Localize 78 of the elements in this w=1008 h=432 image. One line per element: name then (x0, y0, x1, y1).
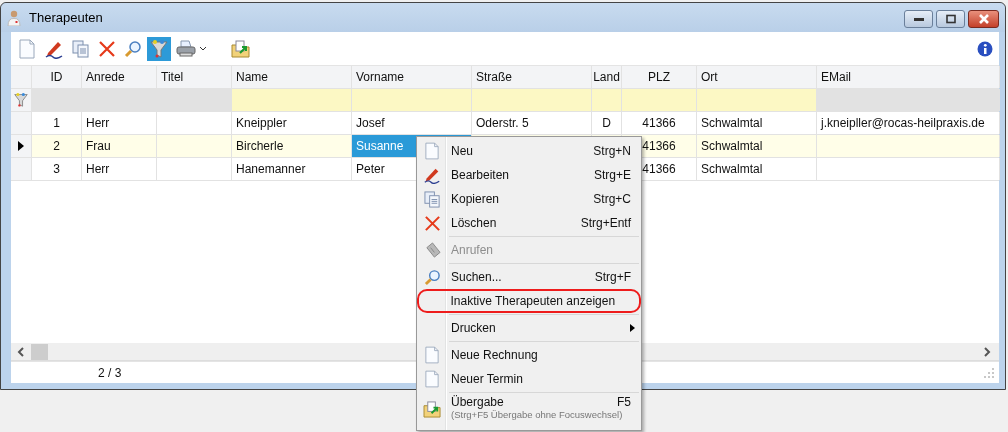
toolbar-button[interactable] (147, 36, 171, 61)
table-cell: j.kneipller@rocas-heilpraxis.de (817, 112, 1000, 134)
table-cell: Schwalmtal (697, 158, 817, 180)
table-cell: Schwalmtal (697, 112, 817, 134)
resize-grip-icon[interactable] (984, 367, 994, 378)
filter-field[interactable] (592, 89, 622, 111)
current-row-icon (18, 141, 24, 151)
filter-field[interactable] (157, 89, 232, 111)
pencil-icon (423, 166, 441, 184)
document-icon (425, 370, 439, 388)
table-cell: Herr (82, 158, 157, 180)
scrollbar-thumb[interactable] (31, 343, 48, 360)
submenu-arrow-icon (630, 324, 635, 332)
column-header[interactable]: ID (32, 66, 82, 88)
menu-item[interactable]: Drucken (417, 316, 641, 340)
column-header[interactable]: Vorname (352, 66, 472, 88)
table-cell: 3 (32, 158, 82, 180)
menu-item[interactable]: Neuer Termin (417, 367, 641, 391)
column-header[interactable]: Anrede (82, 66, 157, 88)
table-cell: Hanemanner (232, 158, 352, 180)
column-header[interactable]: Titel (157, 66, 232, 88)
menu-item[interactable]: Löschen Strg+Entf (417, 211, 641, 235)
person-icon (7, 9, 21, 26)
document-icon (425, 346, 439, 364)
column-header[interactable]: Straße (472, 66, 592, 88)
scroll-right-icon[interactable] (983, 346, 991, 357)
table-cell: Schwalmtal (697, 135, 817, 157)
search-icon (423, 268, 441, 286)
menu-item[interactable]: Neue Rechnung (417, 343, 641, 367)
column-header[interactable]: Name (232, 66, 352, 88)
filter-field[interactable] (697, 89, 817, 111)
scroll-left-icon[interactable] (17, 346, 25, 357)
copy-icon (423, 190, 441, 208)
folder-arrow-icon (422, 401, 442, 418)
menu-item[interactable]: Übergabe F5 (Strg+F5 Übergabe ohne Focuswechsel) (417, 394, 641, 428)
menu-item[interactable]: Kopieren Strg+C (417, 187, 641, 211)
search-icon (124, 39, 142, 58)
filter-icon (150, 38, 168, 59)
table-cell: Kneippler (232, 112, 352, 134)
document-icon (425, 142, 439, 160)
filter-field[interactable] (352, 89, 472, 111)
caret-icon (199, 46, 207, 51)
table-cell: Frau (82, 135, 157, 157)
column-header[interactable]: EMail (817, 66, 1000, 88)
window-title: Therapeuten (29, 10, 103, 25)
close-button[interactable] (968, 10, 999, 28)
copy-icon (72, 39, 90, 58)
folder-arrow-icon (231, 39, 251, 58)
column-header[interactable]: Land (592, 66, 622, 88)
table-cell: Josef (352, 112, 472, 134)
filter-field[interactable] (817, 89, 1000, 111)
table-cell: Bircherle (232, 135, 352, 157)
phone-icon (423, 241, 441, 259)
menu-item[interactable]: Suchen... Strg+F (417, 265, 641, 289)
close-icon (976, 14, 991, 24)
filter-field[interactable] (472, 89, 592, 111)
table-cell: 41366 (622, 112, 697, 134)
record-counter: 2 / 3 (98, 365, 122, 380)
printer-icon (176, 39, 196, 58)
filter-field[interactable] (32, 89, 82, 111)
info-icon[interactable] (977, 40, 993, 57)
maximize-button[interactable] (936, 10, 965, 28)
table-cell: D (592, 112, 622, 134)
filter-field[interactable] (622, 89, 697, 111)
table-cell: 2 (32, 135, 82, 157)
minimize-button[interactable] (904, 10, 933, 28)
table-cell: Herr (82, 112, 157, 134)
column-header[interactable]: Ort (697, 66, 817, 88)
table-cell: 1 (32, 112, 82, 134)
document-icon (19, 38, 35, 59)
maximize-icon (944, 14, 957, 24)
table-cell: Oderstr. 5 (472, 112, 592, 134)
minimize-icon (912, 16, 925, 22)
column-header[interactable]: PLZ (622, 66, 697, 88)
row-header[interactable] (11, 135, 32, 157)
delete-icon (98, 39, 116, 58)
delete-icon (423, 214, 441, 232)
filter-field[interactable] (232, 89, 352, 111)
